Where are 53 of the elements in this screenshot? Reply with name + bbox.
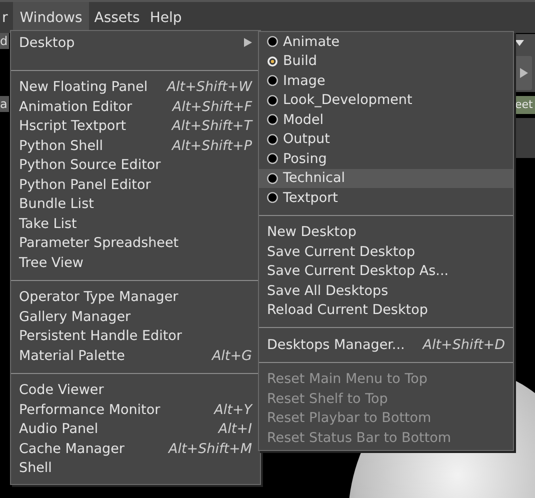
menu-item[interactable]: Look_Development xyxy=(259,90,513,110)
menu-bar-item[interactable]: Help xyxy=(144,2,187,33)
pane-tab[interactable]: eet xyxy=(515,96,535,114)
menu-item[interactable]: Operator Type Manager xyxy=(11,288,260,307)
menu-item[interactable]: Gallery Manager xyxy=(11,307,260,326)
menu-item[interactable]: Take List xyxy=(11,214,260,234)
dropdown-arrow-icon[interactable] xyxy=(515,40,524,46)
menu-item[interactable]: Output xyxy=(259,130,513,149)
radio-icon[interactable] xyxy=(267,114,278,126)
menu-item[interactable]: Animate xyxy=(259,32,513,52)
pane-label: d xyxy=(0,33,9,49)
menu-bar-item[interactable]: Windows xyxy=(12,2,90,33)
menu-item[interactable]: Save All Desktops xyxy=(259,281,513,300)
radio-icon[interactable] xyxy=(267,192,278,204)
radio-icon[interactable] xyxy=(267,153,278,164)
menu-item[interactable]: Desktops Manager... Alt+Shift+D xyxy=(259,335,513,354)
menu-item[interactable]: Audio Panel Alt+I xyxy=(11,420,260,439)
menu-item[interactable]: Code Viewer xyxy=(11,380,260,400)
radio-icon[interactable] xyxy=(267,134,278,145)
menu-item[interactable]: Tree View xyxy=(11,253,260,272)
menu-item[interactable]: New Floating Panel Alt+Shift+W xyxy=(11,78,260,97)
menu-item[interactable]: Performance Monitor Alt+Y xyxy=(11,400,260,420)
menu-item[interactable]: Shell xyxy=(11,458,260,478)
radio-icon[interactable] xyxy=(267,75,278,86)
menu-item[interactable]: Image xyxy=(259,71,513,90)
menu-item[interactable]: New Desktop xyxy=(259,222,513,242)
menu-item[interactable]: Technical xyxy=(259,168,513,188)
play-icon xyxy=(520,68,528,78)
radio-icon[interactable] xyxy=(267,172,278,184)
menu-bar-item[interactable]: Assets xyxy=(89,2,145,33)
radio-icon[interactable] xyxy=(267,56,278,67)
menu-item[interactable]: Bundle List xyxy=(11,194,260,214)
menu-item[interactable]: Save Current Desktop As... xyxy=(259,262,513,281)
menu-item[interactable]: Persistent Handle Editor xyxy=(11,326,260,346)
menu-item[interactable]: Material Palette Alt+G xyxy=(11,346,260,366)
menu-item[interactable]: Textport xyxy=(259,188,513,208)
radio-icon[interactable] xyxy=(267,94,278,106)
menu-item[interactable]: Python Panel Editor xyxy=(11,175,260,194)
menu-item[interactable]: Save Current Desktop xyxy=(259,242,513,262)
menu-item[interactable]: Hscript Textport Alt+Shift+T xyxy=(11,116,260,136)
menu-bar-item[interactable]: r xyxy=(0,2,13,33)
pane-label: a xyxy=(0,96,9,112)
menu-item[interactable]: Reload Current Desktop xyxy=(259,300,513,320)
menu-item[interactable]: Python Shell Alt+Shift+P xyxy=(11,136,260,156)
menu-item[interactable]: Cache Manager Alt+Shift+M xyxy=(11,439,260,458)
menu-item[interactable]: Animation Editor Alt+Shift+F xyxy=(11,97,260,116)
menu-item[interactable]: Desktop xyxy=(11,33,260,52)
menu-item[interactable]: Parameter Spreadsheet xyxy=(11,234,260,253)
menu-item[interactable]: Model xyxy=(259,110,513,130)
menu-item[interactable]: Python Source Editor xyxy=(11,156,260,175)
menu-item[interactable]: Build xyxy=(259,52,513,71)
radio-icon[interactable] xyxy=(267,36,278,48)
menu-item[interactable]: Posing xyxy=(259,149,513,168)
